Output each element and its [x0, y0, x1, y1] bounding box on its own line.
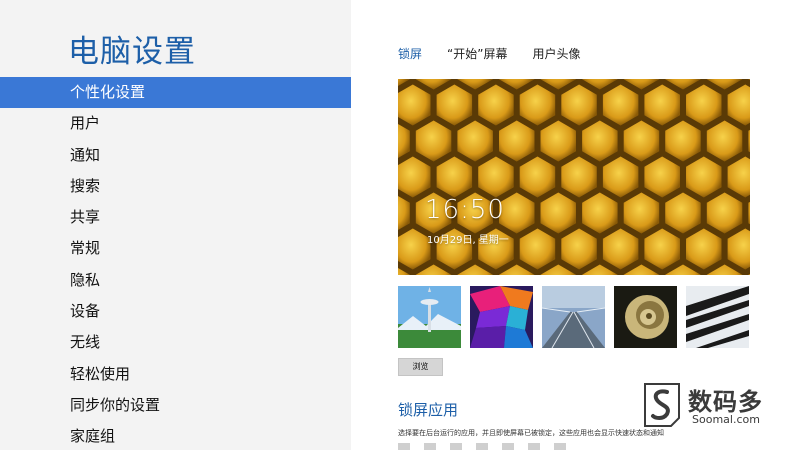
app-slot[interactable]	[528, 443, 540, 450]
nav-item-devices[interactable]: 设备	[0, 296, 351, 327]
nav-item-users[interactable]: 用户	[0, 108, 351, 139]
watermark: 数码多 Soomal.com	[641, 382, 791, 432]
nav-item-privacy[interactable]: 隐私	[0, 265, 351, 296]
thumb-train-tracks[interactable]	[542, 286, 605, 348]
nav-item-notifications[interactable]: 通知	[0, 140, 351, 171]
nav-item-general[interactable]: 常规	[0, 233, 351, 264]
tab-account-picture[interactable]: 用户头像	[532, 45, 580, 62]
app-slot[interactable]	[450, 443, 462, 450]
thumb-piano-keys[interactable]	[686, 286, 749, 348]
lock-screen-thumbnails	[398, 286, 749, 348]
nav-item-share[interactable]: 共享	[0, 202, 351, 233]
app-slot[interactable]	[502, 443, 514, 450]
lock-screen-date: 10月29日, 星期一	[427, 235, 509, 246]
watermark-subtext: Soomal.com	[692, 413, 760, 426]
nav-item-personalize[interactable]: 个性化设置	[0, 77, 351, 109]
tab-lock-screen[interactable]: 锁屏	[398, 45, 422, 62]
soomal-logo-icon	[644, 383, 680, 427]
app-slot[interactable]	[554, 443, 566, 450]
page-title: 电脑设置	[68, 34, 196, 70]
nav-item-search[interactable]: 搜索	[0, 171, 351, 202]
app-slot[interactable]	[476, 443, 488, 450]
lock-screen-time: 16:50	[425, 195, 505, 225]
settings-nav: 个性化设置 用户 通知 搜索 共享 常规 隐私 设备 无线 轻松使用 同步你的设…	[0, 77, 351, 450]
thumb-colorful-geometric[interactable]	[470, 286, 533, 348]
lock-screen-app-slots	[398, 443, 566, 450]
thumb-seattle-space-needle[interactable]	[398, 286, 461, 348]
lock-screen-apps-description: 选择要在后台运行的应用，并且即使屏幕已被锁定，这些应用也会显示快速状态和通知	[398, 429, 664, 437]
nav-item-wireless[interactable]: 无线	[0, 327, 351, 358]
thumb-nautilus-shell[interactable]	[614, 286, 677, 348]
nav-item-homegroup[interactable]: 家庭组	[0, 421, 351, 450]
watermark-text: 数码多	[688, 388, 763, 416]
nav-item-sync-settings[interactable]: 同步你的设置	[0, 390, 351, 421]
personalize-tabs: 锁屏 “开始”屏幕 用户头像	[398, 45, 580, 62]
browse-button[interactable]: 浏览	[398, 358, 443, 376]
lock-screen-apps-title: 锁屏应用	[398, 401, 459, 419]
tab-start-screen[interactable]: “开始”屏幕	[447, 45, 507, 62]
settings-sidebar: 电脑设置 个性化设置 用户 通知 搜索 共享 常规 隐私 设备 无线 轻松使用 …	[0, 0, 351, 450]
lock-screen-preview: 16:50 10月29日, 星期一	[398, 79, 750, 275]
app-slot[interactable]	[424, 443, 436, 450]
nav-item-ease-of-access[interactable]: 轻松使用	[0, 359, 351, 390]
app-slot[interactable]	[398, 443, 410, 450]
